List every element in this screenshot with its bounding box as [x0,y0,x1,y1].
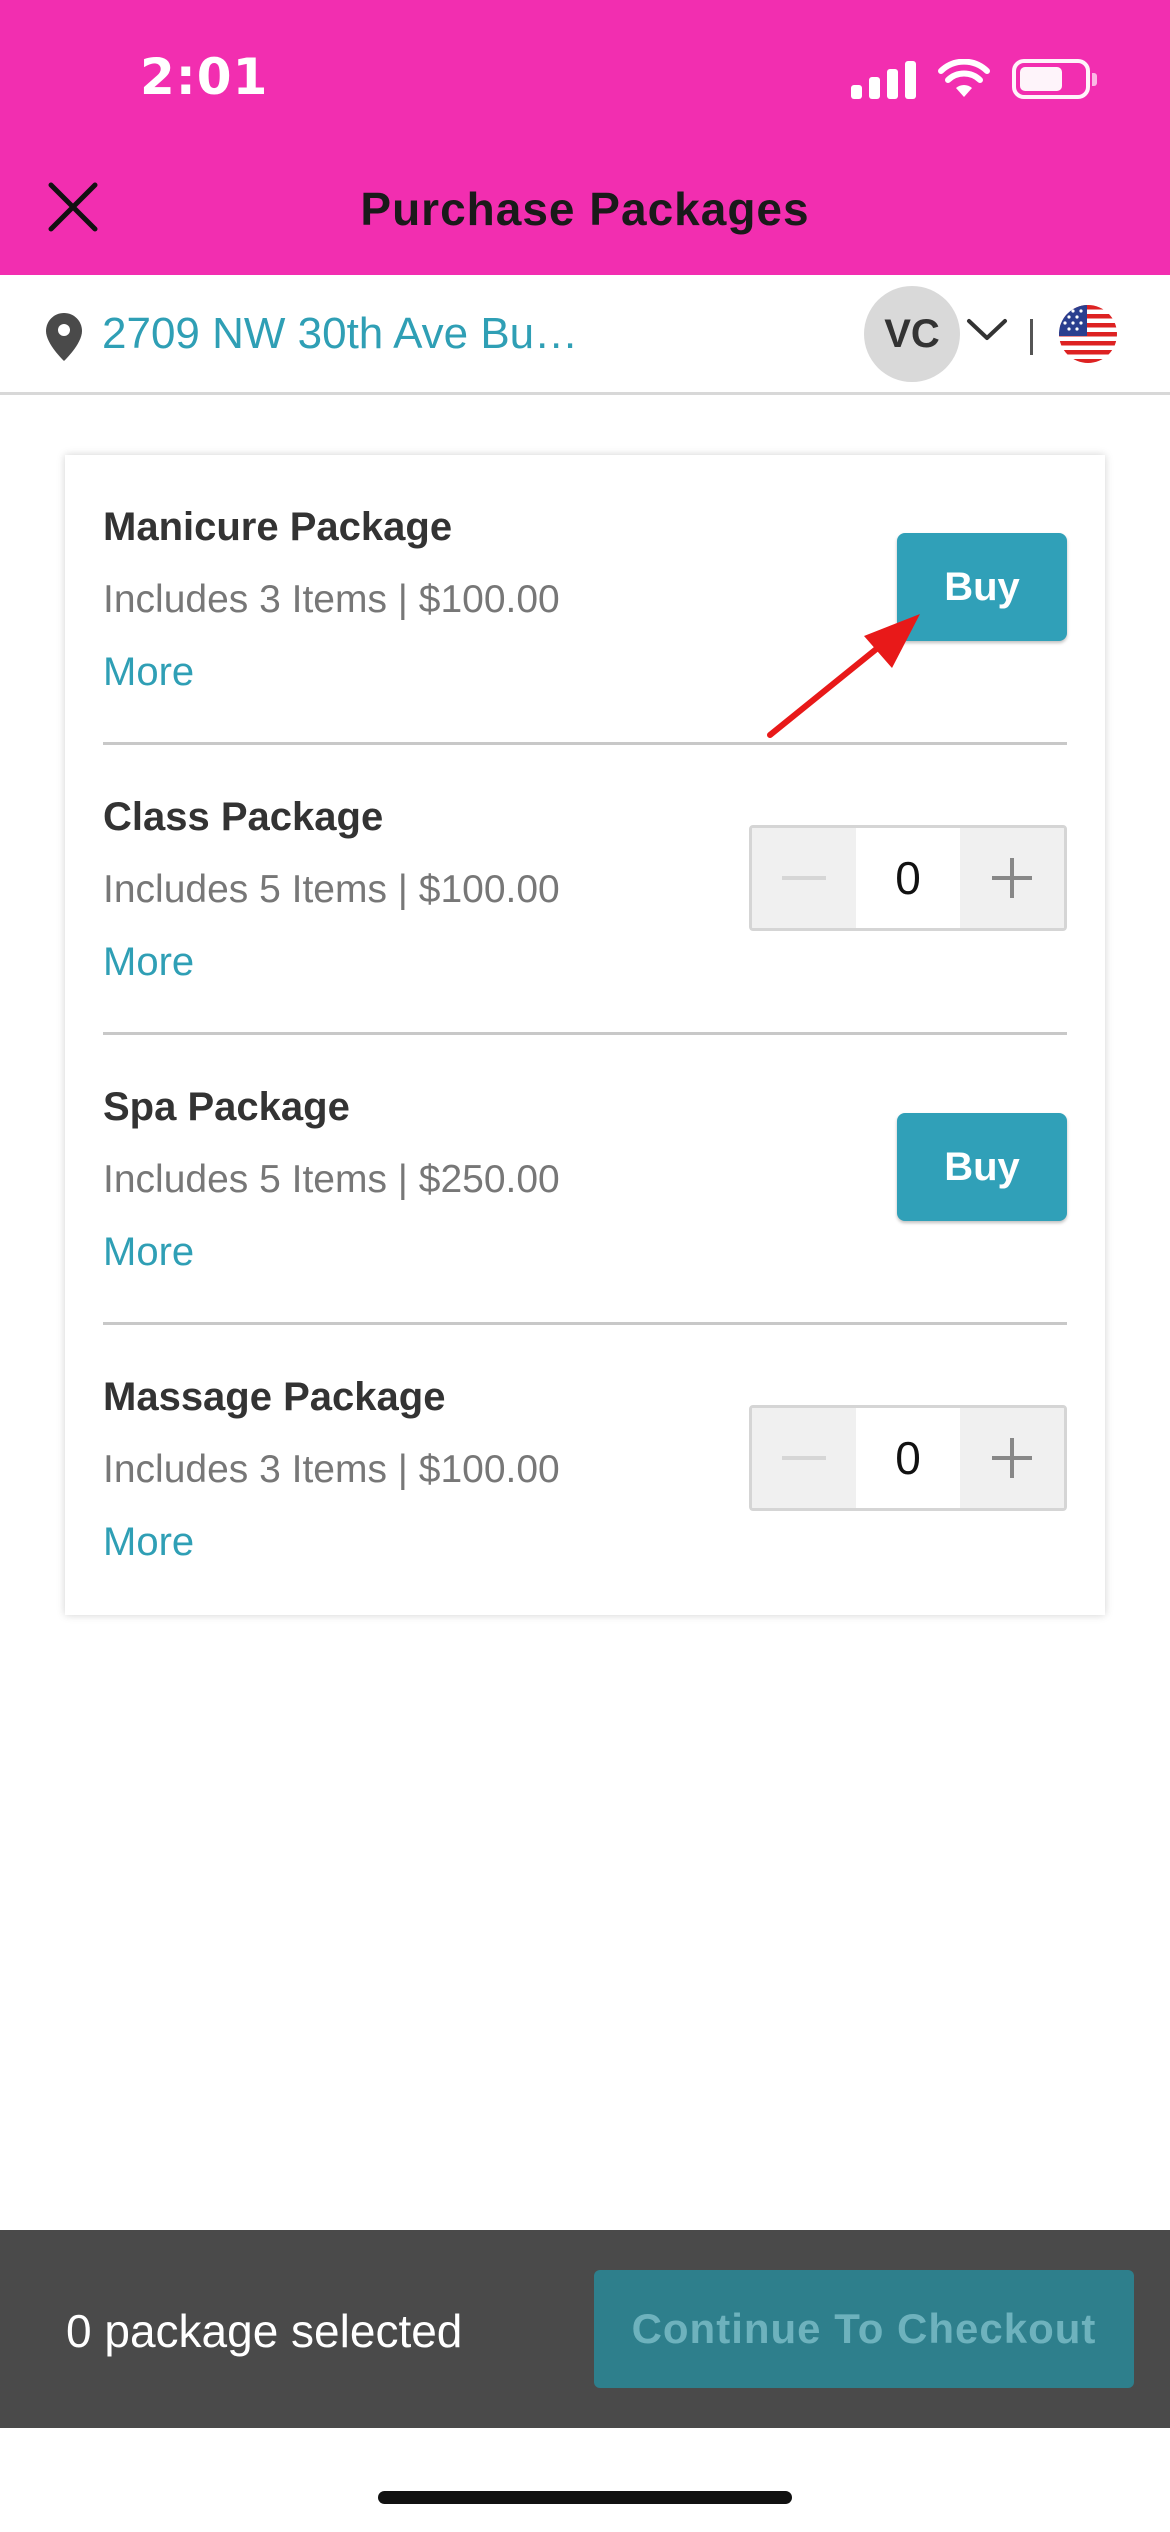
location-bar: 2709 NW 30th Ave Bu… VC [0,275,1170,395]
package-description: Includes 3 Items | $100.00 [103,578,560,621]
package-name: Massage Package [103,1375,446,1419]
more-link[interactable]: More [103,1230,194,1275]
package-name: Class Package [103,795,384,839]
increment-button[interactable] [960,828,1064,928]
package-name: Spa Package [103,1085,350,1129]
more-link[interactable]: More [103,940,194,985]
quantity-stepper: 0 [749,1405,1067,1511]
plus-icon [992,1438,1032,1478]
status-time: 2:01 [140,48,269,106]
package-description: Includes 5 Items | $100.00 [103,868,560,911]
packages-card: Manicure Package Includes 3 Items | $100… [65,455,1105,1615]
decrement-button[interactable] [752,1408,856,1508]
more-link[interactable]: More [103,650,194,695]
plus-icon [992,858,1032,898]
package-description: Includes 5 Items | $250.00 [103,1158,560,1201]
us-flag-icon[interactable] [1059,305,1117,363]
package-item: Class Package Includes 5 Items | $100.00… [103,745,1067,1035]
minus-icon [782,876,826,880]
decrement-button[interactable] [752,828,856,928]
selected-count: 0 package selected [66,2305,463,2357]
chevron-down-icon[interactable] [966,317,1008,343]
minus-icon [782,1456,826,1460]
annotation-arrow-icon [767,614,920,738]
package-name: Manicure Package [103,505,453,549]
quantity-value: 0 [856,828,960,928]
package-item: Massage Package Includes 3 Items | $100.… [103,1325,1067,1615]
more-link[interactable]: More [103,1520,194,1565]
page-title: Purchase Packages [360,183,810,235]
package-description: Includes 3 Items | $100.00 [103,1448,560,1491]
continue-to-checkout-button[interactable]: Continue To Checkout [594,2270,1134,2388]
location-pin-icon [46,313,82,361]
wifi-icon [938,59,990,97]
quantity-stepper: 0 [749,825,1067,931]
home-indicator[interactable] [378,2491,792,2504]
checkout-footer: 0 package selected Continue To Checkout [0,2230,1170,2428]
package-item: Spa Package Includes 5 Items | $250.00 M… [103,1035,1067,1325]
avatar[interactable]: VC [864,286,960,382]
cellular-signal-icon [851,59,916,99]
increment-button[interactable] [960,1408,1064,1508]
app-header: 2:01 Purchase Packages [0,0,1170,275]
status-icons [851,55,1097,99]
battery-icon [1012,59,1097,99]
quantity-value: 0 [856,1408,960,1508]
buy-button[interactable]: Buy [897,1113,1067,1221]
location-address-link[interactable]: 2709 NW 30th Ave Bu… [102,309,642,359]
divider [1030,319,1033,355]
